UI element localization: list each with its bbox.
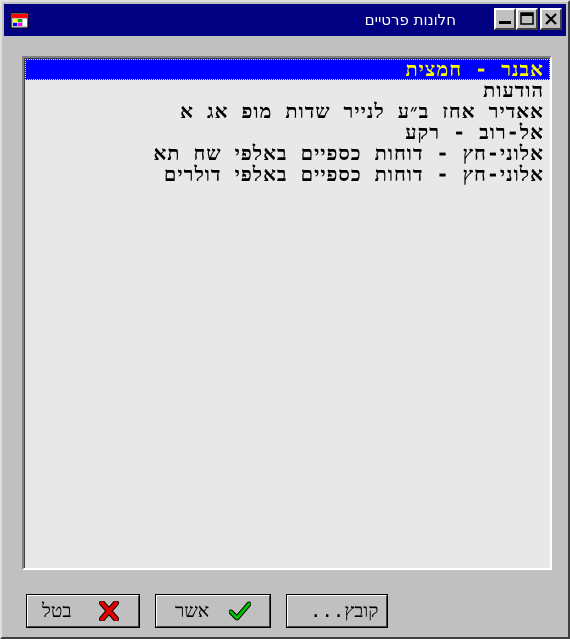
checkmark-icon (228, 601, 252, 625)
file-button-label: קובץ... (310, 600, 379, 622)
list-item[interactable]: אל-רוב - רקע (25, 122, 550, 143)
minimize-button[interactable] (494, 8, 516, 30)
maximize-button[interactable] (516, 8, 538, 30)
private-windows-dialog: חלונות פרטיים אבנר - חמצית הודעות אאדיר אח… (0, 0, 570, 639)
cancel-button-label: בטל (42, 600, 72, 622)
list-container: אבנר - חמצית הודעות אאדיר אחז ב״ע לנייר שד… (24, 58, 550, 568)
ok-button[interactable]: אשר (155, 594, 271, 628)
list-item[interactable]: אלוני-חץ - דוחות כספיים באלפי דולרים (25, 164, 550, 185)
list-item[interactable]: אלוני-חץ - דוחות כספיים באלפי שח תא (25, 143, 550, 164)
file-button[interactable]: קובץ... (286, 594, 388, 628)
title-bar[interactable]: חלונות פרטיים (4, 4, 566, 36)
list-item[interactable]: הודעות (25, 80, 550, 101)
close-icon (545, 13, 557, 25)
app-icon[interactable] (10, 10, 30, 30)
ok-button-label: אשר (175, 600, 210, 622)
list-item[interactable]: אבנר - חמצית (25, 59, 550, 80)
minimize-icon (499, 21, 511, 24)
window-title: חלונות פרטיים (364, 11, 456, 29)
list-item[interactable]: אאדיר אחז ב״ע לנייר שדות מופ אג א (25, 101, 550, 122)
close-button[interactable] (540, 8, 562, 30)
cancel-button[interactable]: בטל (26, 594, 140, 628)
private-windows-list[interactable]: אבנר - חמצית הודעות אאדיר אחז ב״ע לנייר שד… (22, 56, 552, 570)
x-icon (98, 600, 120, 625)
maximize-icon (520, 12, 534, 25)
